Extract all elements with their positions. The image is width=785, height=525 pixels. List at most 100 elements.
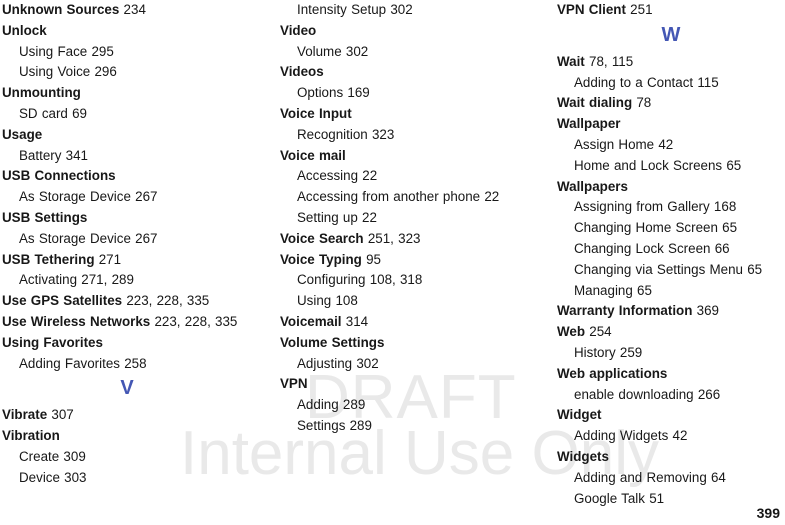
index-entry-term: Vibration — [2, 428, 60, 444]
index-subentry: SD card 69 — [2, 104, 252, 125]
index-subentry: Adding Favorites 258 — [2, 354, 252, 375]
index-subentry: Google Talk 51 — [557, 489, 785, 510]
index-subentry: As Storage Device 267 — [2, 229, 252, 250]
index-entry-term: Adding and Removing — [574, 469, 707, 485]
index-entry-term: Using Face — [19, 43, 88, 59]
index-entry: Using Favorites — [2, 333, 252, 354]
index-entry: Vibrate 307 — [2, 405, 252, 426]
index-subentry: Accessing 22 — [280, 166, 530, 187]
index-entry: Widgets — [557, 447, 785, 468]
index-entry-term: VPN — [280, 376, 308, 392]
index-entry-pages: 295 — [87, 43, 114, 59]
index-entry-term: Wait — [557, 53, 585, 69]
index-entry-pages: 258 — [119, 355, 147, 371]
index-entry: Unlock — [2, 21, 252, 42]
index-entry-pages: 169 — [343, 85, 370, 101]
index-entry: Web 254 — [557, 322, 785, 343]
index-entry-pages: 78, 115 — [584, 53, 634, 69]
index-entry-pages: 251 — [625, 2, 653, 17]
index-entry-pages: 302 — [352, 355, 379, 371]
index-subentry: Assign Home 42 — [557, 135, 785, 156]
index-entry-term: Usage — [2, 126, 43, 142]
index-entry-term: Managing — [574, 282, 633, 298]
index-entry-pages: 42 — [654, 136, 674, 152]
index-entry-term: Home and Lock Screens — [574, 157, 723, 173]
index-entry-term: Videos — [280, 64, 324, 80]
index-entry-term: Video — [280, 22, 317, 38]
index-column-2: Intensity Setup 302 Video Volume 302 Videos… — [280, 0, 530, 437]
index-entry: Use Wireless Networks 223, 228, 335 — [2, 312, 252, 333]
index-entry-pages: 314 — [341, 313, 369, 329]
index-subentry: Device 303 — [2, 468, 252, 489]
index-page: DRAFT Internal Use Only Unknown Sources … — [0, 0, 785, 525]
index-entry: Usage — [2, 125, 252, 146]
index-subentry: Managing 65 — [557, 281, 785, 302]
index-entry-pages: 65 — [632, 282, 652, 298]
index-subentry: Recognition 323 — [280, 125, 530, 146]
index-entry: Voicemail 314 — [280, 312, 530, 333]
index-subentry: Home and Lock Screens 65 — [557, 156, 785, 177]
index-entry-term: Voicemail — [280, 313, 342, 329]
index-entry-term: VPN Client — [557, 2, 626, 17]
index-entry-term: Using — [297, 293, 332, 309]
index-entry-term: Wait dialing — [557, 95, 633, 111]
index-entry-term: enable downloading — [574, 386, 694, 402]
index-entry-pages: 22 — [357, 209, 377, 225]
index-entry: Vibration — [2, 426, 252, 447]
index-entry: Videos — [280, 62, 530, 83]
index-entry-term: Using Favorites — [2, 334, 103, 350]
index-entry-term: Warranty Information — [557, 303, 693, 319]
index-entry-term: Using Voice — [19, 64, 91, 80]
index-entry-pages: 289 — [345, 417, 372, 433]
page-number: 399 — [756, 505, 780, 521]
index-entry-pages: 254 — [585, 324, 612, 340]
index-entry-term: Setting up — [297, 209, 358, 225]
index-subentry: Using 108 — [280, 291, 530, 312]
index-entry-term: Configuring — [297, 272, 366, 288]
index-entry-pages: 289 — [338, 397, 366, 413]
index-entry-term: Activating — [19, 272, 78, 288]
index-entry-pages: 65 — [743, 261, 763, 277]
index-entry-term: Voice Typing — [280, 251, 362, 267]
index-entry-term: Volume Settings — [280, 334, 385, 350]
index-entry-term: Changing Home Screen — [574, 220, 718, 236]
index-entry-pages: 267 — [130, 189, 158, 205]
index-entry-term: Adding to a Contact — [574, 74, 694, 90]
index-entry-pages: 64 — [706, 469, 726, 485]
index-entry-term: Options — [297, 85, 344, 101]
index-subentry: As Storage Device 267 — [2, 187, 252, 208]
index-entry-pages: 309 — [59, 448, 86, 464]
index-entry: Widget — [557, 405, 785, 426]
index-entry-pages: 259 — [615, 344, 643, 360]
index-entry-term: Battery — [19, 147, 62, 163]
index-entry: Voice Input — [280, 104, 530, 125]
index-entry-term: As Storage Device — [19, 189, 131, 205]
index-column-1: Unknown Sources 234 Unlock Using Face 295 U… — [2, 0, 252, 489]
index-subentry: Intensity Setup 302 — [280, 0, 530, 21]
index-entry-term: Use GPS Satellites — [2, 293, 123, 309]
index-entry-term: USB Tethering — [2, 251, 95, 267]
index-columns: Unknown Sources 234 Unlock Using Face 295 U… — [0, 0, 785, 525]
index-subentry: Adding to a Contact 115 — [557, 73, 785, 94]
index-entry-term: Intensity Setup — [297, 2, 387, 17]
index-entry-term: Unmounting — [2, 85, 81, 101]
index-subentry: Using Face 295 — [2, 42, 252, 63]
index-entry-term: Device — [19, 469, 60, 485]
index-subentry: Activating 271, 289 — [2, 270, 252, 291]
index-entry-pages: 223, 228, 335 — [122, 293, 210, 309]
index-entry: Use GPS Satellites 223, 228, 335 — [2, 291, 252, 312]
index-entry-pages: 369 — [692, 303, 719, 319]
index-entry-term: History — [574, 344, 616, 360]
index-letter-header: W — [661, 23, 681, 46]
index-subentry: Adding Widgets 42 — [557, 426, 785, 447]
index-entry-term: Changing Lock Screen — [574, 240, 711, 256]
index-entry: Voice mail — [280, 146, 530, 167]
index-entry-term: Use Wireless Networks — [2, 313, 151, 329]
index-entry-pages: 22 — [480, 189, 500, 205]
index-entry-pages: 65 — [717, 220, 738, 236]
index-entry-term: Changing via Settings Menu — [574, 261, 743, 277]
index-subentry: History 259 — [557, 343, 785, 364]
index-entry-pages: 69 — [67, 105, 87, 121]
index-entry-term: Assigning from Gallery — [574, 199, 710, 215]
index-entry-pages: 251, 323 — [363, 230, 421, 246]
